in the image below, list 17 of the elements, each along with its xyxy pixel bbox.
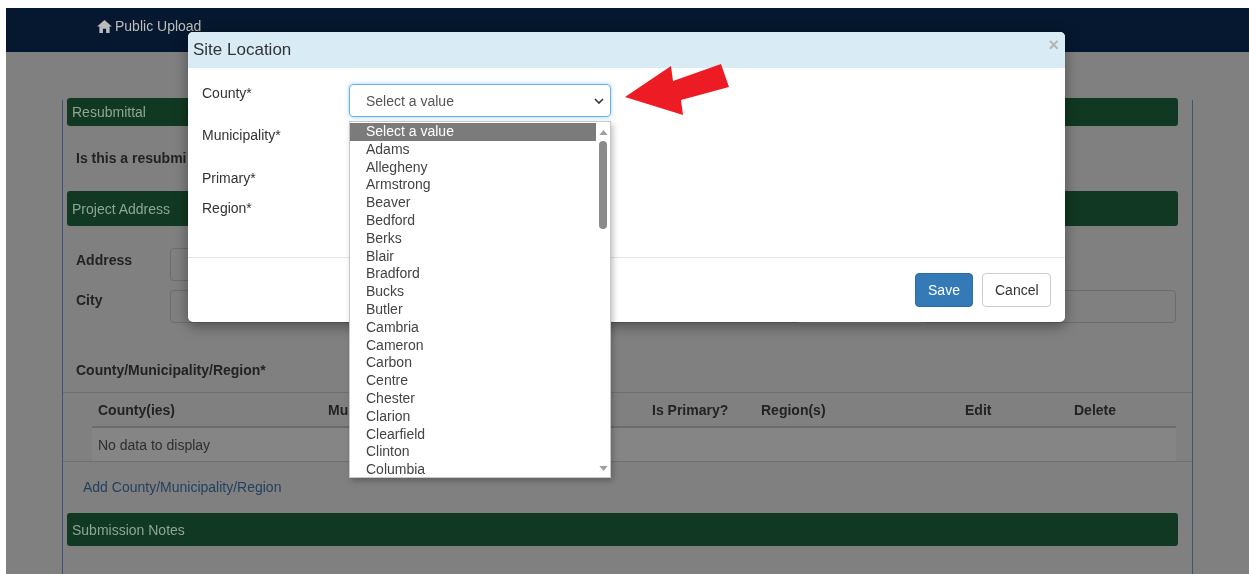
column-header: Is Primary?: [652, 401, 729, 418]
column-header: County(ies): [98, 401, 175, 418]
field-label: Primary*: [202, 170, 257, 186]
field-label: Address: [76, 252, 134, 268]
section-header: Submission Notes: [67, 513, 1178, 546]
field-label: Municipality*: [202, 127, 282, 143]
modal-title: Site Location: [193, 40, 292, 60]
column-header: Delete: [1074, 401, 1117, 418]
column-header: Region(s): [761, 401, 826, 418]
column-header: Edit: [965, 401, 992, 418]
field-label: City: [76, 292, 104, 308]
field-label: County*: [202, 85, 253, 101]
empty-text: No data to display: [98, 436, 211, 453]
field-label: Region*: [202, 200, 253, 216]
question-label: Is this a resubmi: [76, 150, 188, 166]
column-header: Mu: [328, 401, 349, 418]
field-label: County/Municipality/Region*: [76, 362, 266, 378]
